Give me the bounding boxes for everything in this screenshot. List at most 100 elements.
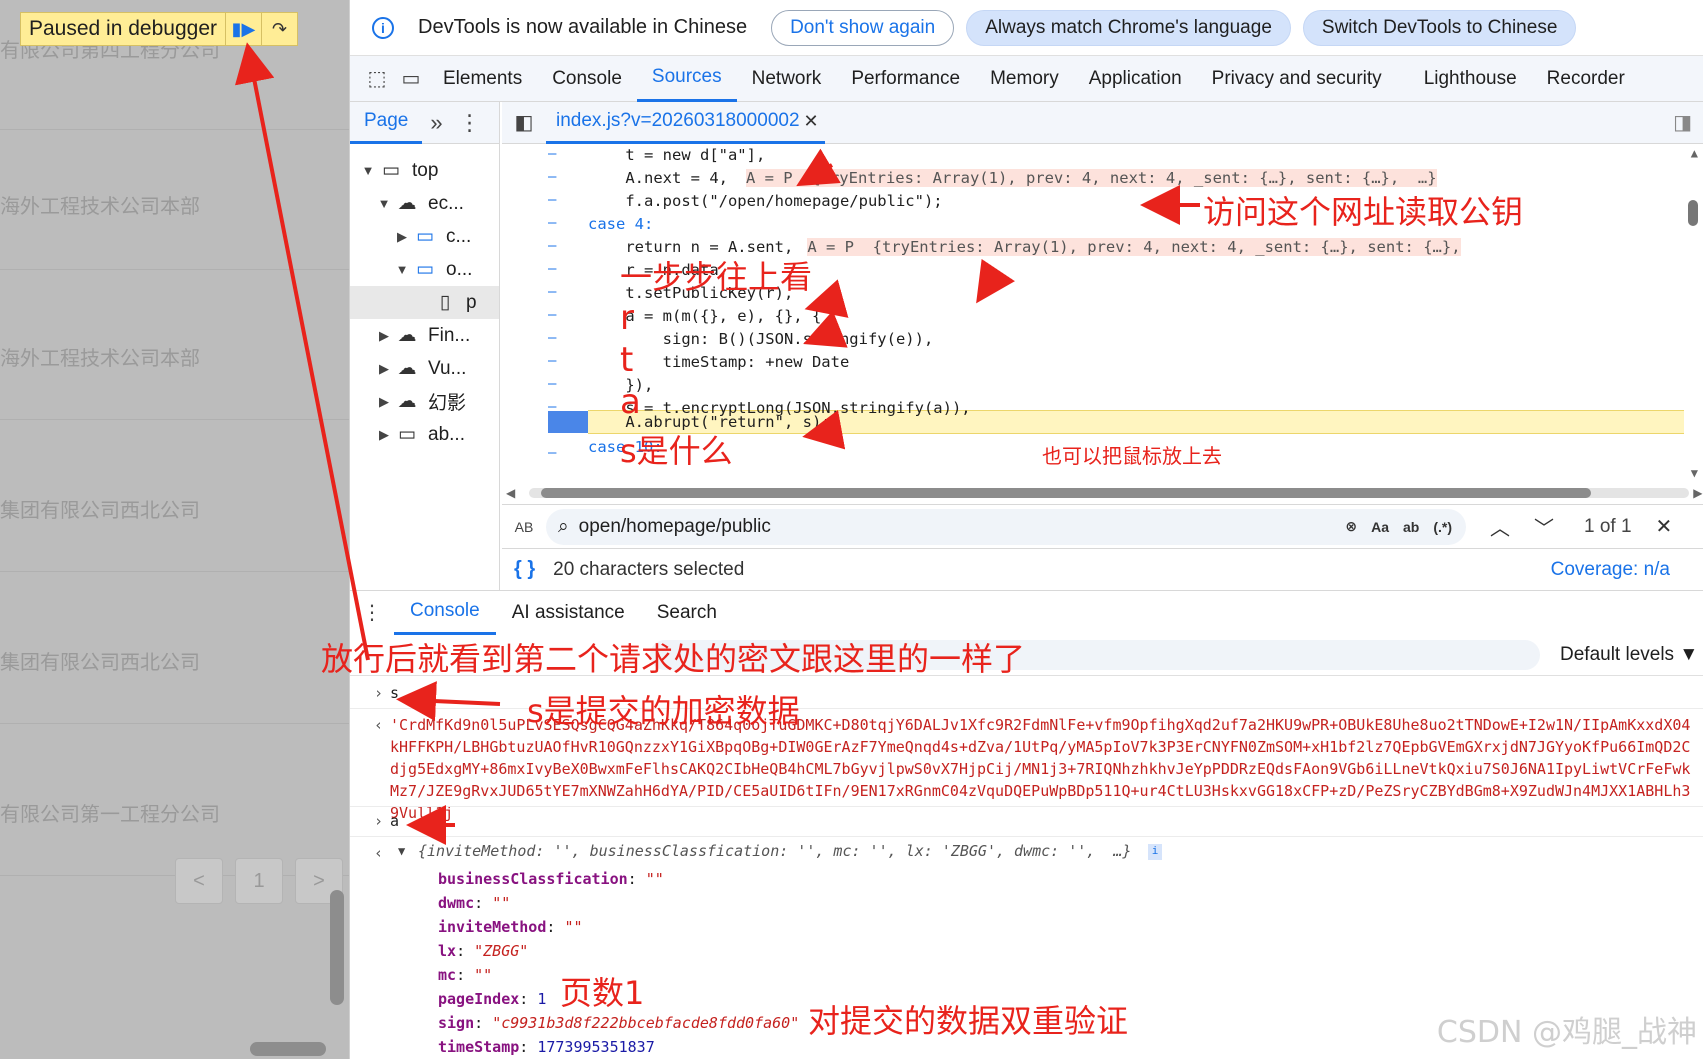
scroll-right-icon[interactable]: ▶ (1693, 486, 1702, 500)
info-icon[interactable]: i (1148, 844, 1162, 860)
tree-node[interactable]: ▶ ▭ ab... (350, 418, 499, 451)
replace-toggle-icon[interactable]: AB (502, 519, 546, 535)
scrollbar-thumb[interactable] (1688, 200, 1698, 226)
dont-show-again-button[interactable]: Don't show again (771, 9, 955, 46)
chevron-right-icon[interactable]: ▶ (374, 361, 394, 377)
property-value: "c9931b3d8f222bbcebfacde8fdd0fa60" (492, 1014, 800, 1032)
property-value: "" (645, 870, 664, 888)
tab-performance[interactable]: Performance (836, 56, 975, 102)
clear-icon[interactable]: ⊗ (1345, 518, 1357, 535)
annotation-a: a (620, 382, 641, 422)
search-input[interactable]: ⌕ open/homepage/public ⊗ Aa ab (.*) (546, 508, 1466, 545)
annotation-s-submit: s是提交的加密数据 (527, 692, 800, 730)
tab-network[interactable]: Network (737, 56, 837, 102)
chevron-right-icon[interactable]: ▶ (374, 328, 394, 344)
tab-sources[interactable]: Sources (636, 56, 737, 102)
page-number-button[interactable]: 1 (235, 858, 283, 904)
property-colon: : (456, 942, 475, 960)
step-over-button[interactable]: ↷ (261, 13, 297, 45)
gutter-marker: – (548, 261, 557, 277)
property-colon: : (474, 894, 493, 912)
scroll-left-icon[interactable]: ◀ (506, 486, 515, 500)
tree-node-label: Fin... (428, 324, 471, 346)
match-language-button[interactable]: Always match Chrome's language (966, 9, 1291, 46)
scrollbar-thumb[interactable] (541, 488, 1592, 498)
tab-elements[interactable]: Elements (428, 56, 537, 102)
scroll-down-icon[interactable]: ▼ (1691, 466, 1698, 480)
tree-node[interactable]: ▼ ☁ ec... (350, 187, 499, 220)
close-icon[interactable]: ✕ (804, 111, 819, 132)
chevron-down-icon[interactable]: ▼ (374, 196, 394, 211)
tree-node-selected[interactable]: ▯ p (350, 286, 499, 319)
selection-status: 20 characters selected (553, 558, 745, 580)
annotation-hover: 也可以把鼠标放上去 (1042, 444, 1222, 468)
drawer-tab-search[interactable]: Search (641, 591, 733, 635)
tree-node[interactable]: ▼ ▭ o... (350, 253, 499, 286)
whole-word-button[interactable]: ab (1403, 519, 1419, 535)
chevron-down-icon[interactable]: ▼ (358, 163, 378, 178)
page-horizontal-scrollbar[interactable] (250, 1042, 326, 1056)
tree-node[interactable]: ▶ ☁ Vu... (350, 352, 499, 385)
regex-button[interactable]: (.*) (1433, 519, 1452, 535)
chevron-right-icon[interactable]: ▶ (392, 229, 412, 245)
expand-toggle-icon[interactable]: ▼ (398, 844, 405, 858)
file-tree: ▼ ▭ top ▼ ☁ ec... ▶ ▭ c... ▼ ▭ o... ▯ p ▶ ☁ Fin... … (350, 144, 499, 451)
chevron-right-icon[interactable]: ▶ (374, 394, 394, 410)
prev-page-button[interactable]: < (175, 858, 223, 904)
property-key: timeStamp (438, 1038, 520, 1056)
drawer-tab-console[interactable]: Console (394, 591, 496, 635)
tab-privacy-security[interactable]: Privacy and security (1197, 56, 1397, 102)
device-toolbar-icon[interactable]: ▭ (394, 62, 428, 96)
gutter-marker: – (548, 330, 557, 346)
list-item: 海外工程技术公司本部 (0, 280, 349, 420)
inspect-element-icon[interactable]: ⬚ (360, 62, 394, 96)
log-levels-dropdown[interactable]: Default levels ▼ (1560, 644, 1698, 666)
toggle-debugger-sidebar-icon[interactable]: ◨ (1673, 110, 1692, 135)
list-item-text: 集团有限公司西北公司 (0, 500, 200, 522)
chevron-down-icon[interactable]: ▼ (392, 262, 412, 277)
tab-recorder[interactable]: Recorder (1532, 56, 1640, 102)
tab-lighthouse[interactable]: Lighthouse (1409, 56, 1532, 102)
chevron-down-icon[interactable]: ﹀ (1534, 512, 1554, 541)
tab-application[interactable]: Application (1074, 56, 1197, 102)
tab-console[interactable]: Console (537, 56, 637, 102)
drawer-tab-ai-assistance[interactable]: AI assistance (496, 591, 641, 635)
chevron-up-icon[interactable]: ︿ (1490, 512, 1510, 541)
chevron-right-icon[interactable]: ▶ (374, 427, 394, 443)
close-icon[interactable]: ✕ (1656, 514, 1673, 539)
editor-horizontal-scrollbar[interactable]: ◀ ▶ (502, 482, 1703, 504)
property-value: 1 (537, 990, 547, 1008)
scroll-up-icon[interactable]: ▲ (1691, 146, 1698, 160)
divider (350, 836, 1703, 837)
property-colon: : (474, 1014, 493, 1032)
tab-memory[interactable]: Memory (975, 56, 1074, 102)
tab-page[interactable]: Page (350, 102, 423, 144)
annotation-double-verify: 对提交的数据双重验证 (808, 1002, 1129, 1040)
tree-node[interactable]: ▶ ☁ 幻影 (350, 385, 499, 418)
coverage-link[interactable]: Coverage: n/a (1551, 559, 1670, 581)
paused-in-debugger-overlay: Paused in debugger ▮▶ ↷ (20, 12, 298, 46)
page-vertical-scrollbar[interactable] (330, 890, 344, 1005)
property-colon: : (546, 918, 565, 936)
search-query[interactable]: open/homepage/public (579, 516, 1346, 538)
resume-button[interactable]: ▮▶ (225, 13, 261, 45)
editor-vertical-scrollbar[interactable]: ▲ ▼ (1680, 144, 1703, 482)
property-key: lx (438, 942, 457, 960)
code-line: sign: B()(JSON.stringify(e)), (588, 328, 934, 350)
scrollbar-track[interactable] (529, 488, 1690, 498)
switch-to-chinese-button[interactable]: Switch DevTools to Chinese (1302, 9, 1577, 46)
object-summary[interactable]: {inviteMethod: '', businessClassfication… (418, 842, 1131, 860)
match-case-button[interactable]: Aa (1371, 519, 1389, 535)
property-value: "" (564, 918, 583, 936)
drawer-menu-icon[interactable]: ⋮ (350, 600, 394, 625)
annotation-step-up: 一步步往上看 (620, 258, 813, 296)
more-tabs-icon[interactable]: » (422, 110, 450, 136)
tree-node[interactable]: ▶ ☁ Fin... (350, 319, 499, 352)
gutter-marker: – (548, 307, 557, 323)
file-tab[interactable]: index.js?v=20260318000002 ✕ (546, 102, 825, 144)
toggle-navigator-icon[interactable]: ◧ (502, 110, 546, 135)
tree-node[interactable]: ▶ ▭ c... (350, 220, 499, 253)
kebab-menu-icon[interactable]: ⋮ (451, 110, 489, 136)
pretty-print-icon[interactable]: { } (514, 558, 535, 581)
tree-node[interactable]: ▼ ▭ top (350, 154, 499, 187)
